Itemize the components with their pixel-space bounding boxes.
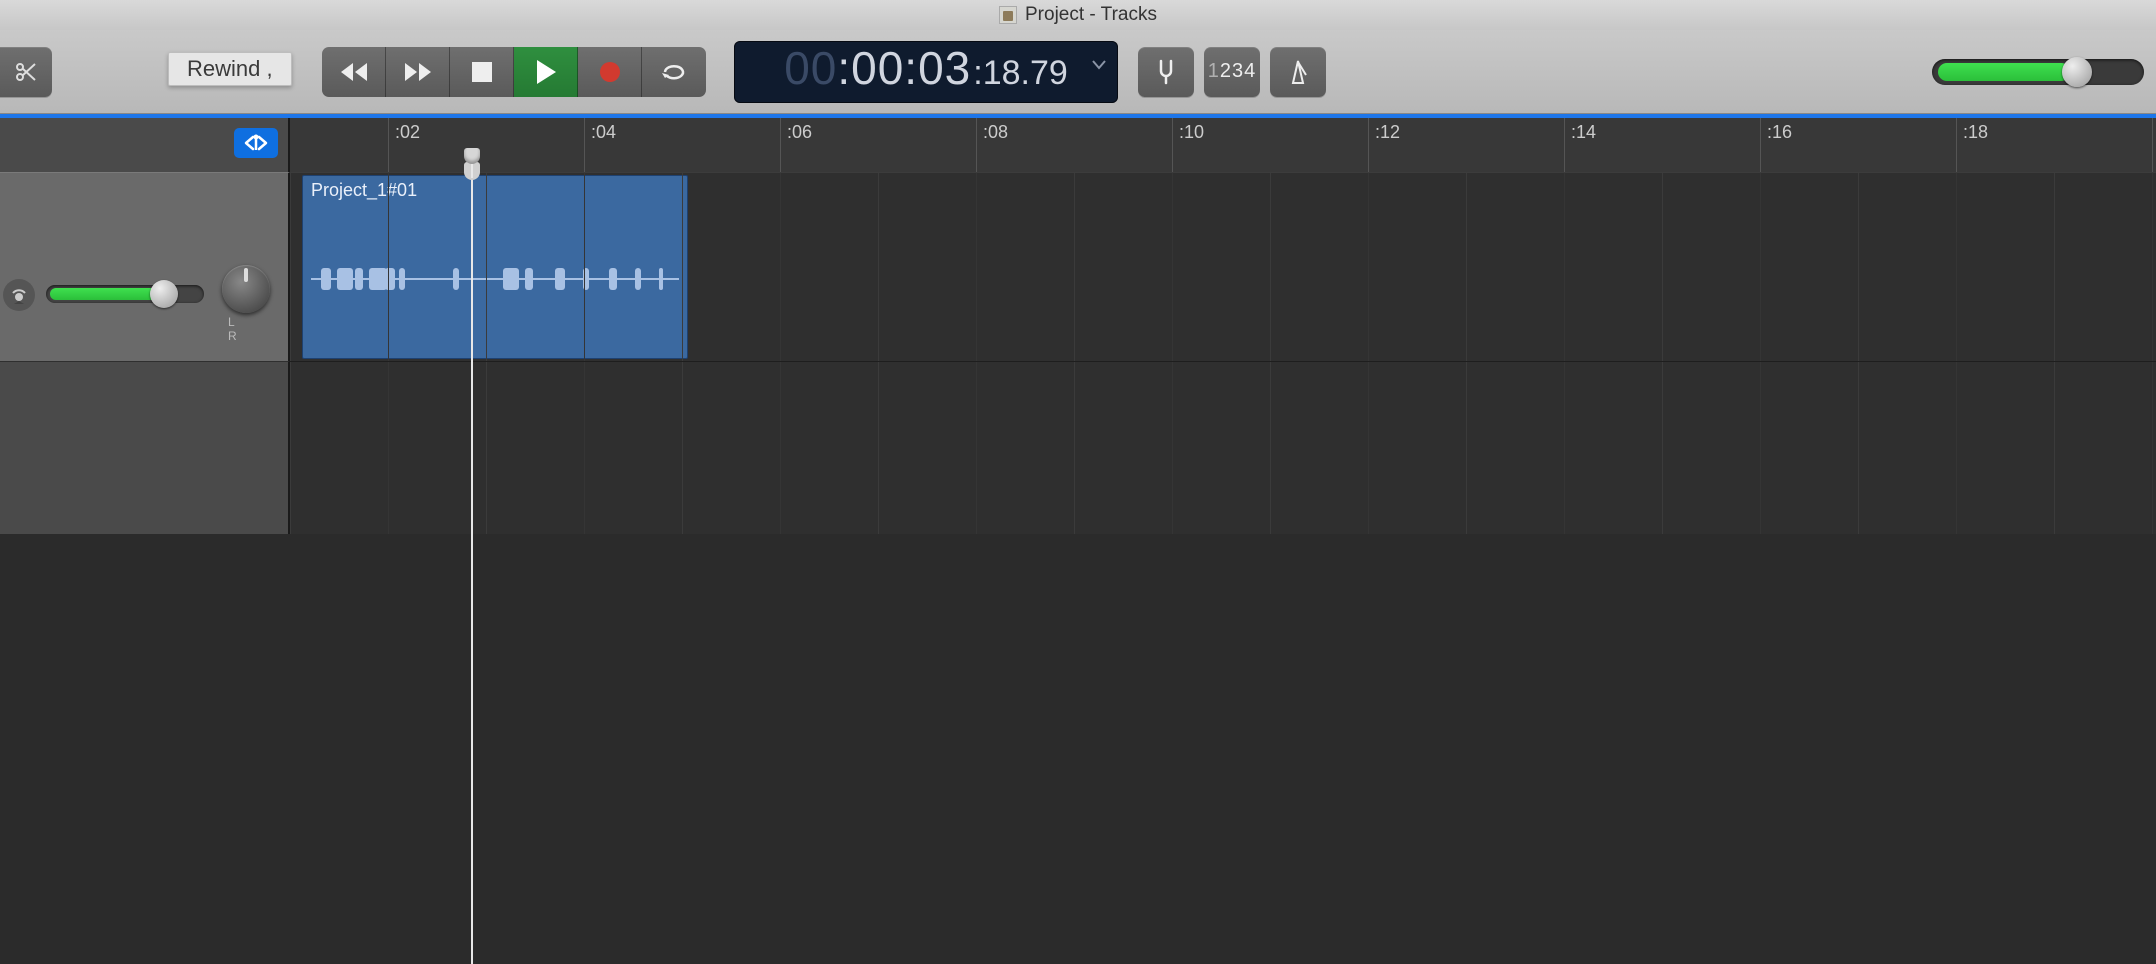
master-volume-slider[interactable] [1932, 59, 2144, 85]
ruler-tick: :16 [1760, 118, 1792, 172]
lcd-hours-dim: 00 [784, 41, 837, 95]
lcd-time-sub: :18.79 [973, 54, 1068, 93]
track-volume-slider[interactable] [46, 285, 204, 303]
cycle-icon [659, 60, 689, 84]
count-in-label: 1234 [1208, 60, 1257, 83]
metronome-icon [1286, 59, 1310, 85]
waveform-segment [609, 268, 617, 290]
time-ruler-area: :02:04:06:08:10:12:14:16:18:20:22:24 [0, 118, 2156, 172]
master-volume-thumb[interactable] [2062, 57, 2092, 87]
waveform-segment [635, 268, 641, 290]
tracks-area: L R Project_1#01 [0, 172, 2156, 534]
lcd-time-main: 00:03 [851, 41, 971, 95]
rewind-button[interactable] [322, 47, 386, 97]
metronome-button[interactable] [1270, 47, 1326, 97]
waveform-segment [385, 268, 395, 290]
cycle-button[interactable] [642, 47, 706, 97]
document-icon [999, 6, 1017, 24]
lcd-main: : [837, 41, 851, 95]
waveform-segment [525, 268, 533, 290]
audio-region[interactable]: Project_1#01 [302, 175, 688, 359]
ruler-tick: :08 [976, 118, 1008, 172]
waveform-segment [503, 268, 519, 290]
playhead[interactable] [471, 172, 473, 964]
catch-playhead-button[interactable] [234, 128, 278, 158]
track-lane[interactable]: Project_1#01 [290, 172, 2156, 362]
timeline-empty [290, 362, 2156, 534]
ruler-tick: :04 [584, 118, 616, 172]
region-name: Project_1#01 [303, 176, 687, 205]
waveform-segment [337, 268, 353, 290]
mode-buttons: 1234 [1138, 47, 1326, 97]
master-volume-meter [1938, 63, 2070, 81]
ruler-tick: :18 [1956, 118, 1988, 172]
stop-icon [471, 61, 493, 83]
waveform-segment [399, 268, 405, 290]
track-volume-thumb[interactable] [150, 280, 178, 308]
rewind-icon [339, 61, 369, 83]
track-header[interactable]: L R [0, 172, 290, 362]
track-meter [50, 288, 160, 300]
track-pan-knob[interactable] [222, 265, 270, 313]
count-in-button[interactable]: 1234 [1204, 47, 1260, 97]
scissors-button[interactable] [0, 47, 52, 97]
play-button[interactable] [514, 47, 578, 97]
ruler-tick: :10 [1172, 118, 1204, 172]
tooltip-rewind: Rewind , [168, 52, 292, 86]
window-title: Project - Tracks [1025, 4, 1157, 26]
tuner-button[interactable] [1138, 47, 1194, 97]
waveform-baseline [311, 278, 679, 280]
window-titlebar: Project - Tracks [0, 0, 2156, 30]
ruler-tick: :02 [388, 118, 420, 172]
waveform-segment [453, 268, 459, 290]
scissors-icon [14, 60, 38, 84]
fast-forward-icon [403, 61, 433, 83]
ruler-tick: :14 [1564, 118, 1596, 172]
chevron-down-icon[interactable] [1092, 57, 1106, 75]
ruler-tick: :06 [780, 118, 812, 172]
track-input-monitor-button[interactable] [3, 279, 35, 311]
fast-forward-button[interactable] [386, 47, 450, 97]
record-button[interactable] [578, 47, 642, 97]
catch-playhead-icon [242, 134, 270, 152]
tuning-fork-icon [1153, 59, 1179, 85]
waveform-segment [321, 268, 331, 290]
waveform-segment [355, 268, 363, 290]
track-header-empty [0, 362, 290, 534]
ruler-tick: :20 [2152, 118, 2156, 172]
time-display[interactable]: 00 : 00:03 :18.79 [734, 41, 1118, 103]
record-icon [598, 60, 622, 84]
waveform-segment [659, 268, 663, 290]
input-icon [9, 285, 29, 305]
transport-toolbar: Rewind , 00 : 00:03 :18.79 [0, 30, 2156, 114]
stop-button[interactable] [450, 47, 514, 97]
pan-label: L R [228, 315, 288, 343]
transport-controls [322, 47, 706, 97]
ruler-tick: :12 [1368, 118, 1400, 172]
waveform-segment [555, 268, 565, 290]
play-icon [535, 59, 557, 85]
time-ruler[interactable]: :02:04:06:08:10:12:14:16:18:20:22:24 [290, 118, 2156, 172]
